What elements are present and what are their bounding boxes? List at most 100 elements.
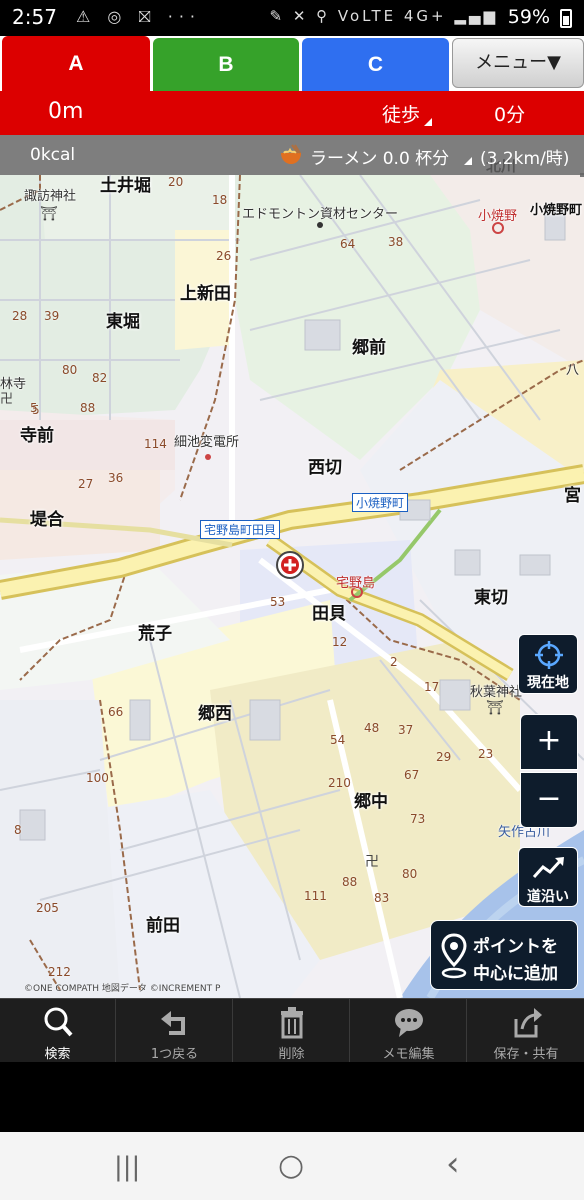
lot-number: 66 [108,705,124,719]
lot-number: 80 [62,363,78,377]
place-label: 宅野島 [336,576,376,591]
search-label: 検索 [44,1047,71,1062]
zoom-in-button[interactable]: + [520,714,578,770]
area-label: 郷前 [352,338,386,358]
bottom-toolbar: 検索 1つ戻る 削除 メモ編集 保存・共有 [0,998,584,1063]
battery-icon [560,9,572,28]
bus-stop-label[interactable]: 宅野島町田貝 [200,520,281,539]
map-pin-icon [441,933,467,979]
lot-number: 38 [388,235,404,249]
bus-stop-label[interactable]: 小焼野町 [352,493,409,512]
lot-number: 83 [374,891,390,905]
recent-apps-button[interactable]: ||| [114,1152,140,1182]
lot-number: 36 [108,471,124,485]
edit-memo-button[interactable]: メモ編集 [351,999,467,1063]
speech-bubble-icon [395,1009,423,1037]
area-label: 郷中 [354,792,388,812]
time-value: 0分 [494,104,526,126]
edit-memo-label: メモ編集 [382,1047,435,1062]
notification-icons: ⚠ ◎ ⛝ ··· [76,7,201,26]
lot-number: 82 [92,371,108,385]
lot-number: 5 [30,401,38,415]
lot-number: 114 [144,437,167,451]
lot-number: 29 [436,750,452,764]
search-button[interactable]: 検索 [0,999,116,1063]
dropdown-corner-icon [424,118,433,126]
system-nav-bar: ||| ○ ‹ [0,1132,584,1200]
travel-mode-label: 徒歩 [382,104,421,126]
lot-number: 88 [80,401,96,415]
ramen-equivalent[interactable]: ラーメン 0.0 杯分 [310,144,449,169]
lot-number: 48 [364,721,380,735]
tab-route-c[interactable]: C [302,38,449,91]
tab-route-b[interactable]: B [153,38,299,91]
lot-number: 88 [342,875,358,889]
undo-icon [161,1011,185,1035]
status-time: 2:57 [12,5,57,29]
trend-arrow-icon [532,857,564,879]
zoom-out-button[interactable]: − [520,772,578,828]
calorie-bar: 0kcal ラーメン 0.0 杯分 (3.2km/時) [0,135,584,175]
lot-number: 12 [332,635,348,649]
search-icon [44,1007,73,1037]
add-point-center-button[interactable]: ポイントを 中心に追加 [430,920,578,990]
along-road-button[interactable]: 道沿い [518,847,578,907]
lot-number: 37 [398,723,414,737]
place-label: 八 [566,363,580,378]
svg-text:卍: 卍 [365,854,379,870]
ramen-bowl-icon [281,144,301,164]
map-view[interactable]: ⛩ ⛩ 卍 卍 土井堀 上新田 東堀 郷前 寺前 西切 堤合 荒子 田貝 東切 … [0,135,584,998]
lot-number: 26 [216,249,232,263]
lot-number: 205 [36,901,59,915]
area-label: 寺前 [20,426,54,446]
save-share-label: 保存・共有 [493,1047,559,1062]
svg-text:卍: 卍 [0,392,13,407]
area-label: 田貝 [312,604,346,624]
calorie-value: 0kcal [30,145,76,165]
add-point-label-2: 中心に追加 [473,964,558,984]
distance-value: 0m [48,99,84,124]
lot-number: 64 [340,237,356,251]
current-location-label: 現在地 [527,675,569,691]
route-tabs: A B C メニュー▼ [0,36,584,91]
lot-number: 39 [44,309,60,323]
signal-icons: ✎ ✕ ⚲ VoLTE 4G+ ▂▄▆ [269,7,498,25]
lot-number: 27 [78,477,94,491]
current-location-button[interactable]: 現在地 [518,634,578,694]
area-label: 東切 [474,588,508,608]
trash-icon [281,1007,303,1039]
lot-number: 18 [212,193,228,207]
walking-speed: (3.2km/時) [480,149,570,169]
svg-text:⛩: ⛩ [486,700,504,716]
delete-label: 削除 [278,1047,305,1062]
travel-mode-select[interactable]: 徒歩 [382,100,433,127]
along-road-label: 道沿い [527,889,569,905]
save-share-button[interactable]: 保存・共有 [468,999,584,1063]
lot-number: 67 [404,768,420,782]
lot-number: 2 [390,655,398,669]
lot-number: 100 [86,771,109,785]
place-label: 小焼野 [478,209,518,224]
battery-percent: 59% [507,6,550,28]
area-label: 荒子 [138,624,172,644]
svg-text:⛩: ⛩ [40,206,58,222]
map-canvas[interactable]: ⛩ ⛩ 卍 卍 [0,135,584,998]
area-label: 前田 [146,916,180,936]
back-button[interactable]: ‹ [446,1144,460,1184]
place-label: 細池変電所 [174,435,240,450]
area-label: 西切 [308,458,342,478]
place-label: 秋葉神社 [470,685,523,700]
area-label: 堤合 [30,510,64,530]
lot-number: 53 [270,595,286,609]
menu-button[interactable]: メニュー▼ [452,38,584,88]
lot-number: 54 [330,733,346,747]
tab-route-a[interactable]: A [2,36,150,91]
map-copyright: ©ONE COMPATH 地図データ ©INCREMENT P [24,984,221,994]
undo-button[interactable]: 1つ戻る [117,999,233,1063]
lot-number: 8 [14,823,22,837]
empty-area [0,1062,584,1132]
lot-number: 212 [48,965,71,979]
delete-button[interactable]: 削除 [234,999,350,1063]
home-button[interactable]: ○ [278,1148,304,1183]
lot-number: 20 [168,175,184,189]
